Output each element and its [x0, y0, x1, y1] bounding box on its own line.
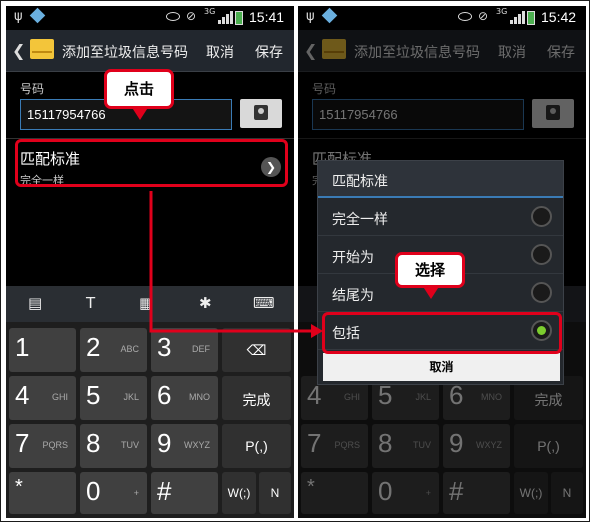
key-8[interactable]: 8TUV [80, 424, 147, 468]
key-7[interactable]: 7PQRS [9, 424, 76, 468]
highlight-box-match-criteria [15, 139, 288, 187]
action-bar: ❮ 添加至垃圾信息号码 取消 保存 [6, 30, 294, 72]
status-bar: ψ ⊘ 3G 15:42 [298, 6, 586, 30]
callout-click: 点击 [104, 69, 174, 120]
signal-icon [510, 10, 525, 24]
mute-icon: ⊘ [186, 9, 197, 23]
key-4[interactable]: 4GHI [9, 376, 76, 420]
pause-key[interactable]: P(,) [222, 424, 291, 468]
message-app-icon [30, 39, 54, 59]
status-bar: ψ ⊘ 3G 15:41 [6, 6, 294, 30]
network-type: 3G [496, 7, 508, 16]
smart-stay-icon [458, 12, 472, 21]
gear-icon[interactable]: ✱ [199, 294, 212, 312]
backspace-icon: ⌫ [246, 342, 267, 358]
clock: 15:42 [541, 9, 577, 25]
dialog-title: 匹配标准 [318, 161, 563, 198]
mute-icon: ⊘ [478, 9, 489, 23]
keyboard-switch-icon[interactable]: ⌨ [253, 294, 275, 312]
contact-picker-button[interactable] [240, 99, 282, 128]
radio-icon[interactable] [531, 206, 552, 227]
save-button[interactable]: 保存 [255, 42, 283, 62]
callout-select: 选择 [395, 252, 465, 299]
number-label: 号码 [20, 82, 45, 96]
clock: 15:41 [249, 9, 285, 25]
key-2[interactable]: 2 ABC [80, 328, 147, 372]
cancel-button[interactable]: 取消 [206, 42, 234, 62]
n-key[interactable]: N [259, 472, 291, 514]
battery-icon [527, 11, 535, 25]
text-format-icon[interactable]: T [86, 294, 95, 312]
highlight-box-contains [322, 312, 562, 354]
radio-icon[interactable] [531, 282, 552, 303]
key-star[interactable]: * [9, 472, 76, 514]
keypad-icon[interactable]: ▦ [139, 294, 153, 312]
key-hash[interactable]: # [151, 472, 218, 514]
usb-icon: ψ [14, 9, 23, 24]
key-1[interactable]: 1 [9, 328, 76, 372]
radio-icon[interactable] [531, 244, 552, 265]
dial-keyboard: ▤ T ▦ ✱ ⌨ 1 2 ABC 3 DEF ⌫ 4 GHI 5 JKL 6 MNO 完… [6, 286, 294, 518]
key-3[interactable]: 3 DEF [151, 328, 218, 372]
page-title: 添加至垃圾信息号码 [62, 45, 188, 61]
screenshot-frame: ψ ⊘ 3G 15:41 ❮ 添加至垃圾信息号码 取消 保存 号码 151179… [0, 0, 590, 522]
notification-icon [321, 7, 338, 24]
key-5[interactable]: 5JKL [80, 376, 147, 420]
done-key[interactable]: 完成 [222, 376, 291, 420]
wait-key[interactable]: W(;) [222, 472, 256, 514]
battery-icon [235, 11, 243, 25]
key-0[interactable]: 0+ [80, 472, 147, 514]
key-6[interactable]: 6MNO [151, 376, 218, 420]
usb-icon: ψ [306, 9, 315, 24]
clipboard-icon[interactable]: ▤ [28, 294, 42, 312]
option-exact[interactable]: 完全一样 [318, 198, 563, 236]
back-icon[interactable]: ❮ [12, 41, 25, 60]
smart-stay-icon [166, 12, 180, 21]
dialog-cancel-button[interactable]: 取消 [323, 353, 560, 381]
phone-right: ψ ⊘ 3G 15:42 ❮ 添加至垃圾信息号码 取消 保存 号码 151179… [298, 6, 586, 518]
backspace-key[interactable]: ⌫ [222, 328, 291, 372]
phone-left: ψ ⊘ 3G 15:41 ❮ 添加至垃圾信息号码 取消 保存 号码 151179… [6, 6, 294, 518]
key-9[interactable]: 9WXYZ [151, 424, 218, 468]
notification-icon [29, 7, 46, 24]
keyboard-toolbar: ▤ T ▦ ✱ ⌨ [6, 286, 294, 322]
network-type: 3G [204, 7, 216, 16]
signal-icon [218, 10, 233, 24]
